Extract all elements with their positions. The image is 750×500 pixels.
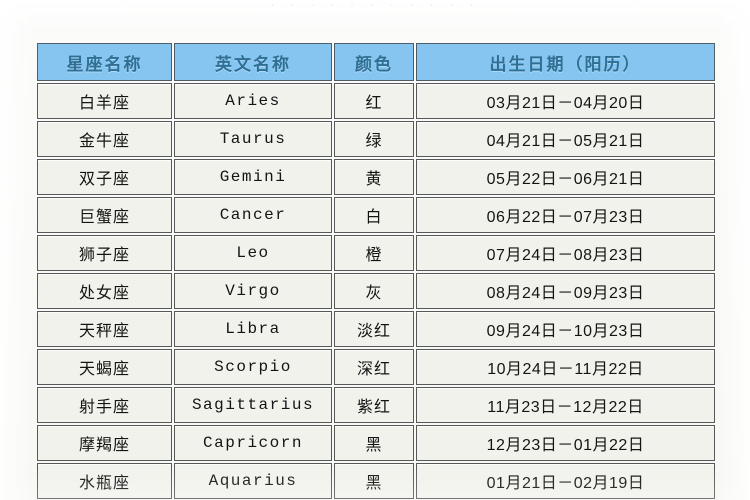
table-row: 狮子座 Leo 橙 07月24日－08月23日 [37,235,715,271]
cell-english-name: Virgo [174,273,332,309]
table-row: 天秤座 Libra 淡红 09月24日－10月23日 [37,311,715,347]
clipped-top-text: · · · · · · · · · · · [270,0,480,12]
cell-color: 绿 [334,121,414,157]
table-row: 处女座 Virgo 灰 08月24日－09月23日 [37,273,715,309]
cell-english-name: Taurus [174,121,332,157]
zodiac-table-container: 星座名称 英文名称 颜色 出生日期（阳历） 白羊座 Aries 红 03月21日… [35,41,717,500]
table-body: 白羊座 Aries 红 03月21日－04月20日 金牛座 Taurus 绿 0… [37,83,715,499]
table-row: 天蝎座 Scorpio 深红 10月24日－11月22日 [37,349,715,385]
cell-zodiac-name: 狮子座 [37,235,172,271]
table-row: 摩羯座 Capricorn 黑 12月23日－01月22日 [37,425,715,461]
cell-color: 橙 [334,235,414,271]
table-row: 巨蟹座 Cancer 白 06月22日－07月23日 [37,197,715,233]
cell-birth-date: 08月24日－09月23日 [416,273,715,309]
cell-zodiac-name: 水瓶座 [37,463,172,499]
cell-english-name: Scorpio [174,349,332,385]
cell-color: 淡红 [334,311,414,347]
cell-zodiac-name: 处女座 [37,273,172,309]
column-header-zodiac-name: 星座名称 [37,43,172,81]
table-row: 水瓶座 Aquarius 黑 01月21日－02月19日 [37,463,715,499]
cell-zodiac-name: 摩羯座 [37,425,172,461]
column-header-english-name: 英文名称 [174,43,332,81]
right-edge-fade [716,0,750,500]
cell-birth-date: 09月24日－10月23日 [416,311,715,347]
cell-birth-date: 11月23日－12月22日 [416,387,715,423]
cell-birth-date: 10月24日－11月22日 [416,349,715,385]
left-edge-fade [0,0,36,500]
zodiac-table-page: · · · · · · · · · · · 星座名称 英文名称 颜色 出生日期（… [0,0,750,500]
cell-color: 紫红 [334,387,414,423]
cell-zodiac-name: 金牛座 [37,121,172,157]
cell-english-name: Aquarius [174,463,332,499]
table-header-row: 星座名称 英文名称 颜色 出生日期（阳历） [37,43,715,81]
column-header-birth-date: 出生日期（阳历） [416,43,715,81]
cell-english-name: Libra [174,311,332,347]
cell-english-name: Cancer [174,197,332,233]
cell-zodiac-name: 巨蟹座 [37,197,172,233]
cell-english-name: Sagittarius [174,387,332,423]
zodiac-table: 星座名称 英文名称 颜色 出生日期（阳历） 白羊座 Aries 红 03月21日… [35,41,717,500]
cell-zodiac-name: 射手座 [37,387,172,423]
cell-color: 深红 [334,349,414,385]
cell-birth-date: 12月23日－01月22日 [416,425,715,461]
cell-english-name: Capricorn [174,425,332,461]
table-header: 星座名称 英文名称 颜色 出生日期（阳历） [37,43,715,81]
cell-zodiac-name: 天秤座 [37,311,172,347]
cell-color: 红 [334,83,414,119]
table-row: 射手座 Sagittarius 紫红 11月23日－12月22日 [37,387,715,423]
table-row: 金牛座 Taurus 绿 04月21日－05月21日 [37,121,715,157]
cell-color: 灰 [334,273,414,309]
cell-english-name: Leo [174,235,332,271]
cell-birth-date: 06月22日－07月23日 [416,197,715,233]
column-header-color: 颜色 [334,43,414,81]
cell-zodiac-name: 白羊座 [37,83,172,119]
cell-birth-date: 07月24日－08月23日 [416,235,715,271]
cell-english-name: Aries [174,83,332,119]
cell-english-name: Gemini [174,159,332,195]
cell-color: 黑 [334,463,414,499]
cell-birth-date: 03月21日－04月20日 [416,83,715,119]
cell-zodiac-name: 天蝎座 [37,349,172,385]
cell-birth-date: 04月21日－05月21日 [416,121,715,157]
cell-zodiac-name: 双子座 [37,159,172,195]
cell-birth-date: 05月22日－06月21日 [416,159,715,195]
cell-color: 黑 [334,425,414,461]
table-row: 白羊座 Aries 红 03月21日－04月20日 [37,83,715,119]
table-row: 双子座 Gemini 黄 05月22日－06月21日 [37,159,715,195]
cell-birth-date: 01月21日－02月19日 [416,463,715,499]
cell-color: 白 [334,197,414,233]
cell-color: 黄 [334,159,414,195]
